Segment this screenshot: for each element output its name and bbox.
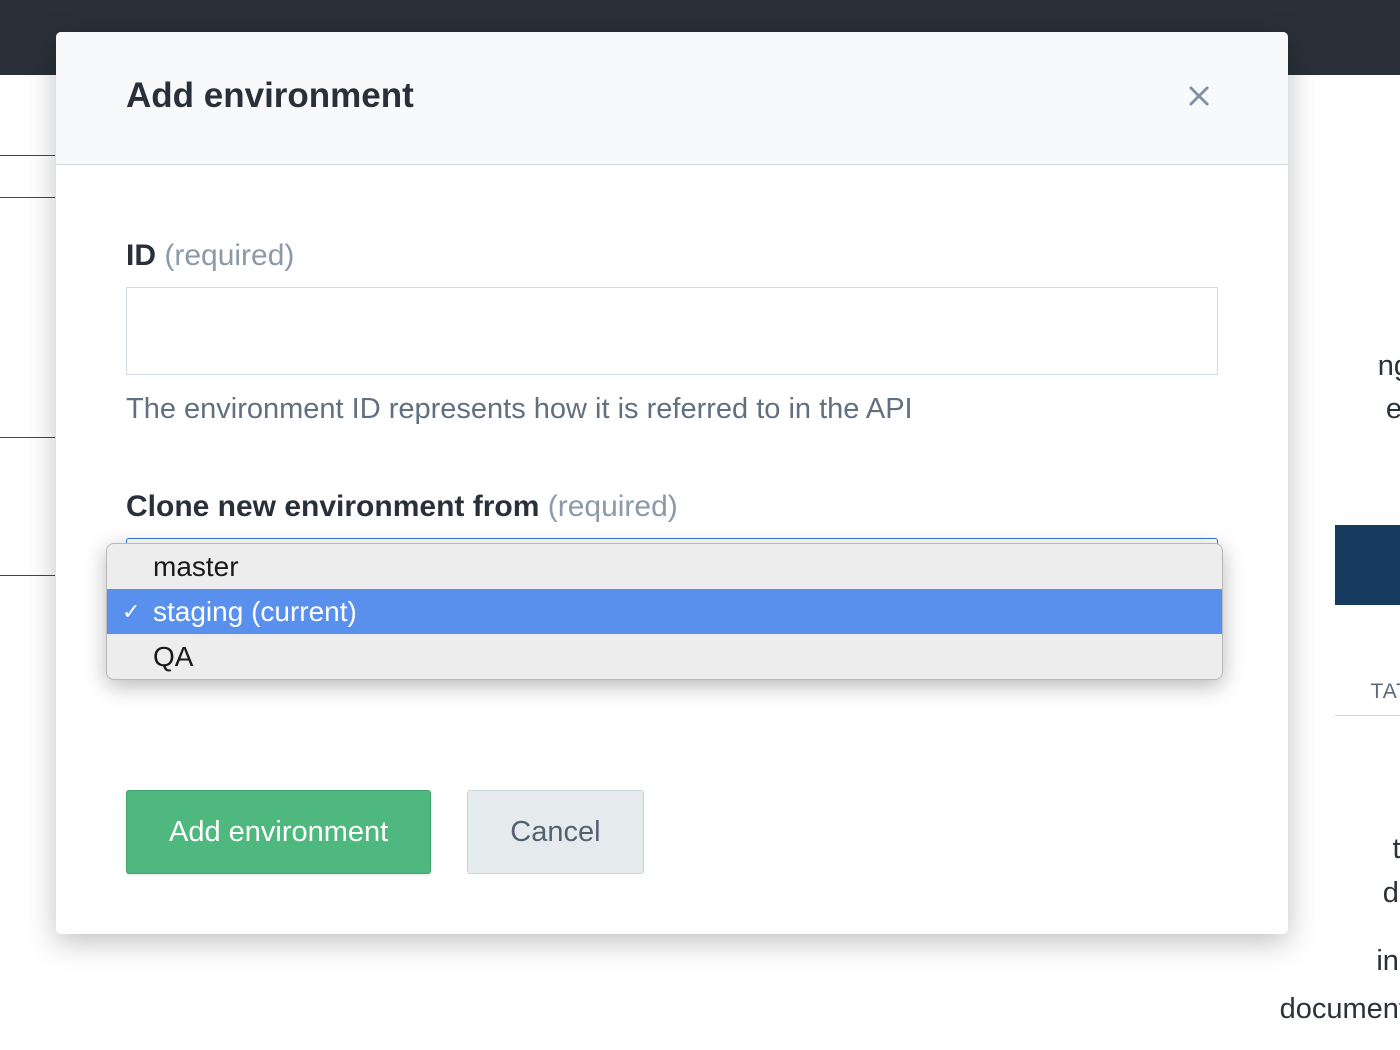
modal-header: Add environment (56, 32, 1288, 165)
dropdown-option-label: master (153, 551, 239, 583)
clone-from-field-group: Clone new environment from (required) ma… (126, 490, 1218, 630)
bg-text: da (1383, 877, 1400, 910)
bg-divider (0, 437, 55, 438)
bg-text: ts (1392, 833, 1400, 866)
bg-divider (0, 155, 55, 156)
bg-tab-fragment: TAT (1370, 680, 1400, 704)
bg-divider (0, 575, 55, 576)
dropdown-option-qa[interactable]: QA (107, 634, 1222, 679)
id-input[interactable] (126, 287, 1218, 375)
add-environment-button[interactable]: Add environment (126, 790, 431, 874)
bg-divider (1335, 715, 1400, 716)
id-required-hint: (required) (164, 239, 294, 272)
close-button[interactable] (1180, 77, 1218, 115)
clone-from-required-hint: (required) (548, 490, 678, 523)
id-label: ID (required) (126, 239, 1218, 273)
modal-body: ID (required) The environment ID represe… (56, 165, 1288, 934)
dropdown-option-label: QA (153, 641, 193, 673)
modal-button-row: Add environment Cancel (126, 790, 1218, 874)
bg-text: ng (1378, 350, 1400, 383)
id-field-group: ID (required) The environment ID represe… (126, 239, 1218, 426)
modal-title: Add environment (126, 76, 414, 116)
bg-accent-strip (1335, 525, 1400, 605)
dropdown-option-master[interactable]: master (107, 544, 1222, 589)
cancel-button-label: Cancel (510, 816, 600, 849)
id-help-text: The environment ID represents how it is … (126, 393, 1218, 426)
check-icon: ✓ (122, 599, 140, 625)
clone-from-select-wrap: master ✓ staging (current) QA (126, 538, 1218, 630)
id-label-text: ID (126, 239, 156, 272)
bg-divider (0, 197, 55, 198)
add-environment-modal: Add environment ID (required) The enviro… (56, 32, 1288, 934)
clone-from-label: Clone new environment from (required) (126, 490, 1218, 524)
cancel-button[interactable]: Cancel (467, 790, 643, 874)
clone-from-label-text: Clone new environment from (126, 490, 539, 523)
add-environment-button-label: Add environment (169, 816, 388, 849)
clone-from-dropdown: master ✓ staging (current) QA (106, 543, 1223, 680)
close-icon (1185, 82, 1213, 110)
dropdown-option-label: staging (current) (153, 596, 357, 628)
bg-text: e. (1386, 393, 1400, 426)
bg-text: in t (1376, 945, 1400, 978)
dropdown-option-staging[interactable]: ✓ staging (current) (107, 589, 1222, 634)
bg-text: document. (1280, 993, 1400, 1026)
